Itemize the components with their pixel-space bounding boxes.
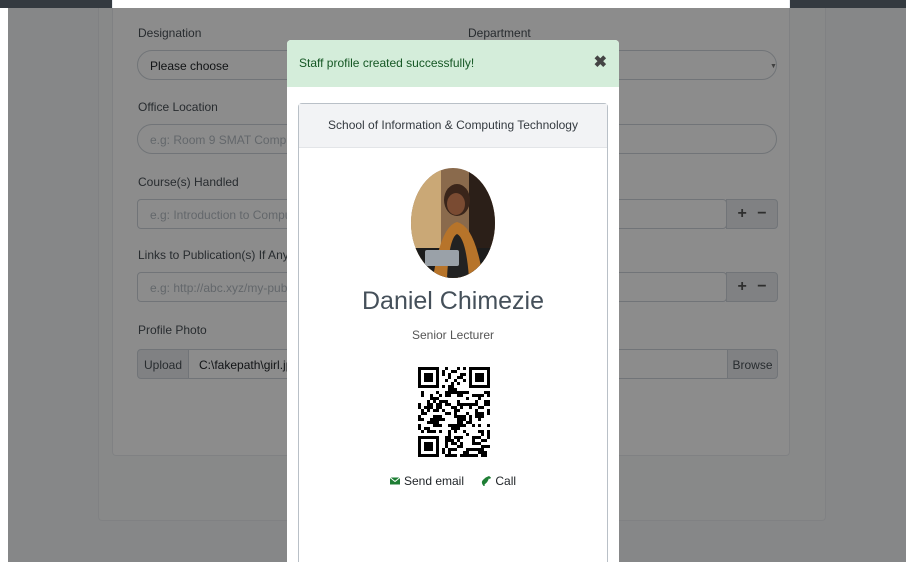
staff-role: Senior Lecturer [411,328,495,342]
school-header: School of Information & Computing Techno… [299,104,607,148]
profile-modal: Staff profile created successfully! ✖ Sc… [287,40,619,562]
call-label: Call [495,474,517,488]
staff-profile-card: School of Information & Computing Techno… [298,103,608,562]
staff-name: Daniel Chimezie [361,287,545,315]
envelope-icon [389,477,400,485]
phone-icon [482,476,492,486]
send-email-link[interactable]: Send email [389,474,465,488]
alert-message: Staff profile created successfully! [299,56,475,70]
avatar [411,168,495,278]
call-link[interactable]: Call [481,474,516,488]
success-alert: Staff profile created successfully! ✖ [287,40,619,87]
contact-actions: Send email Call [299,474,607,489]
qr-code [418,367,490,457]
close-icon[interactable]: ✖ [594,52,607,72]
send-email-label: Send email [403,474,465,488]
